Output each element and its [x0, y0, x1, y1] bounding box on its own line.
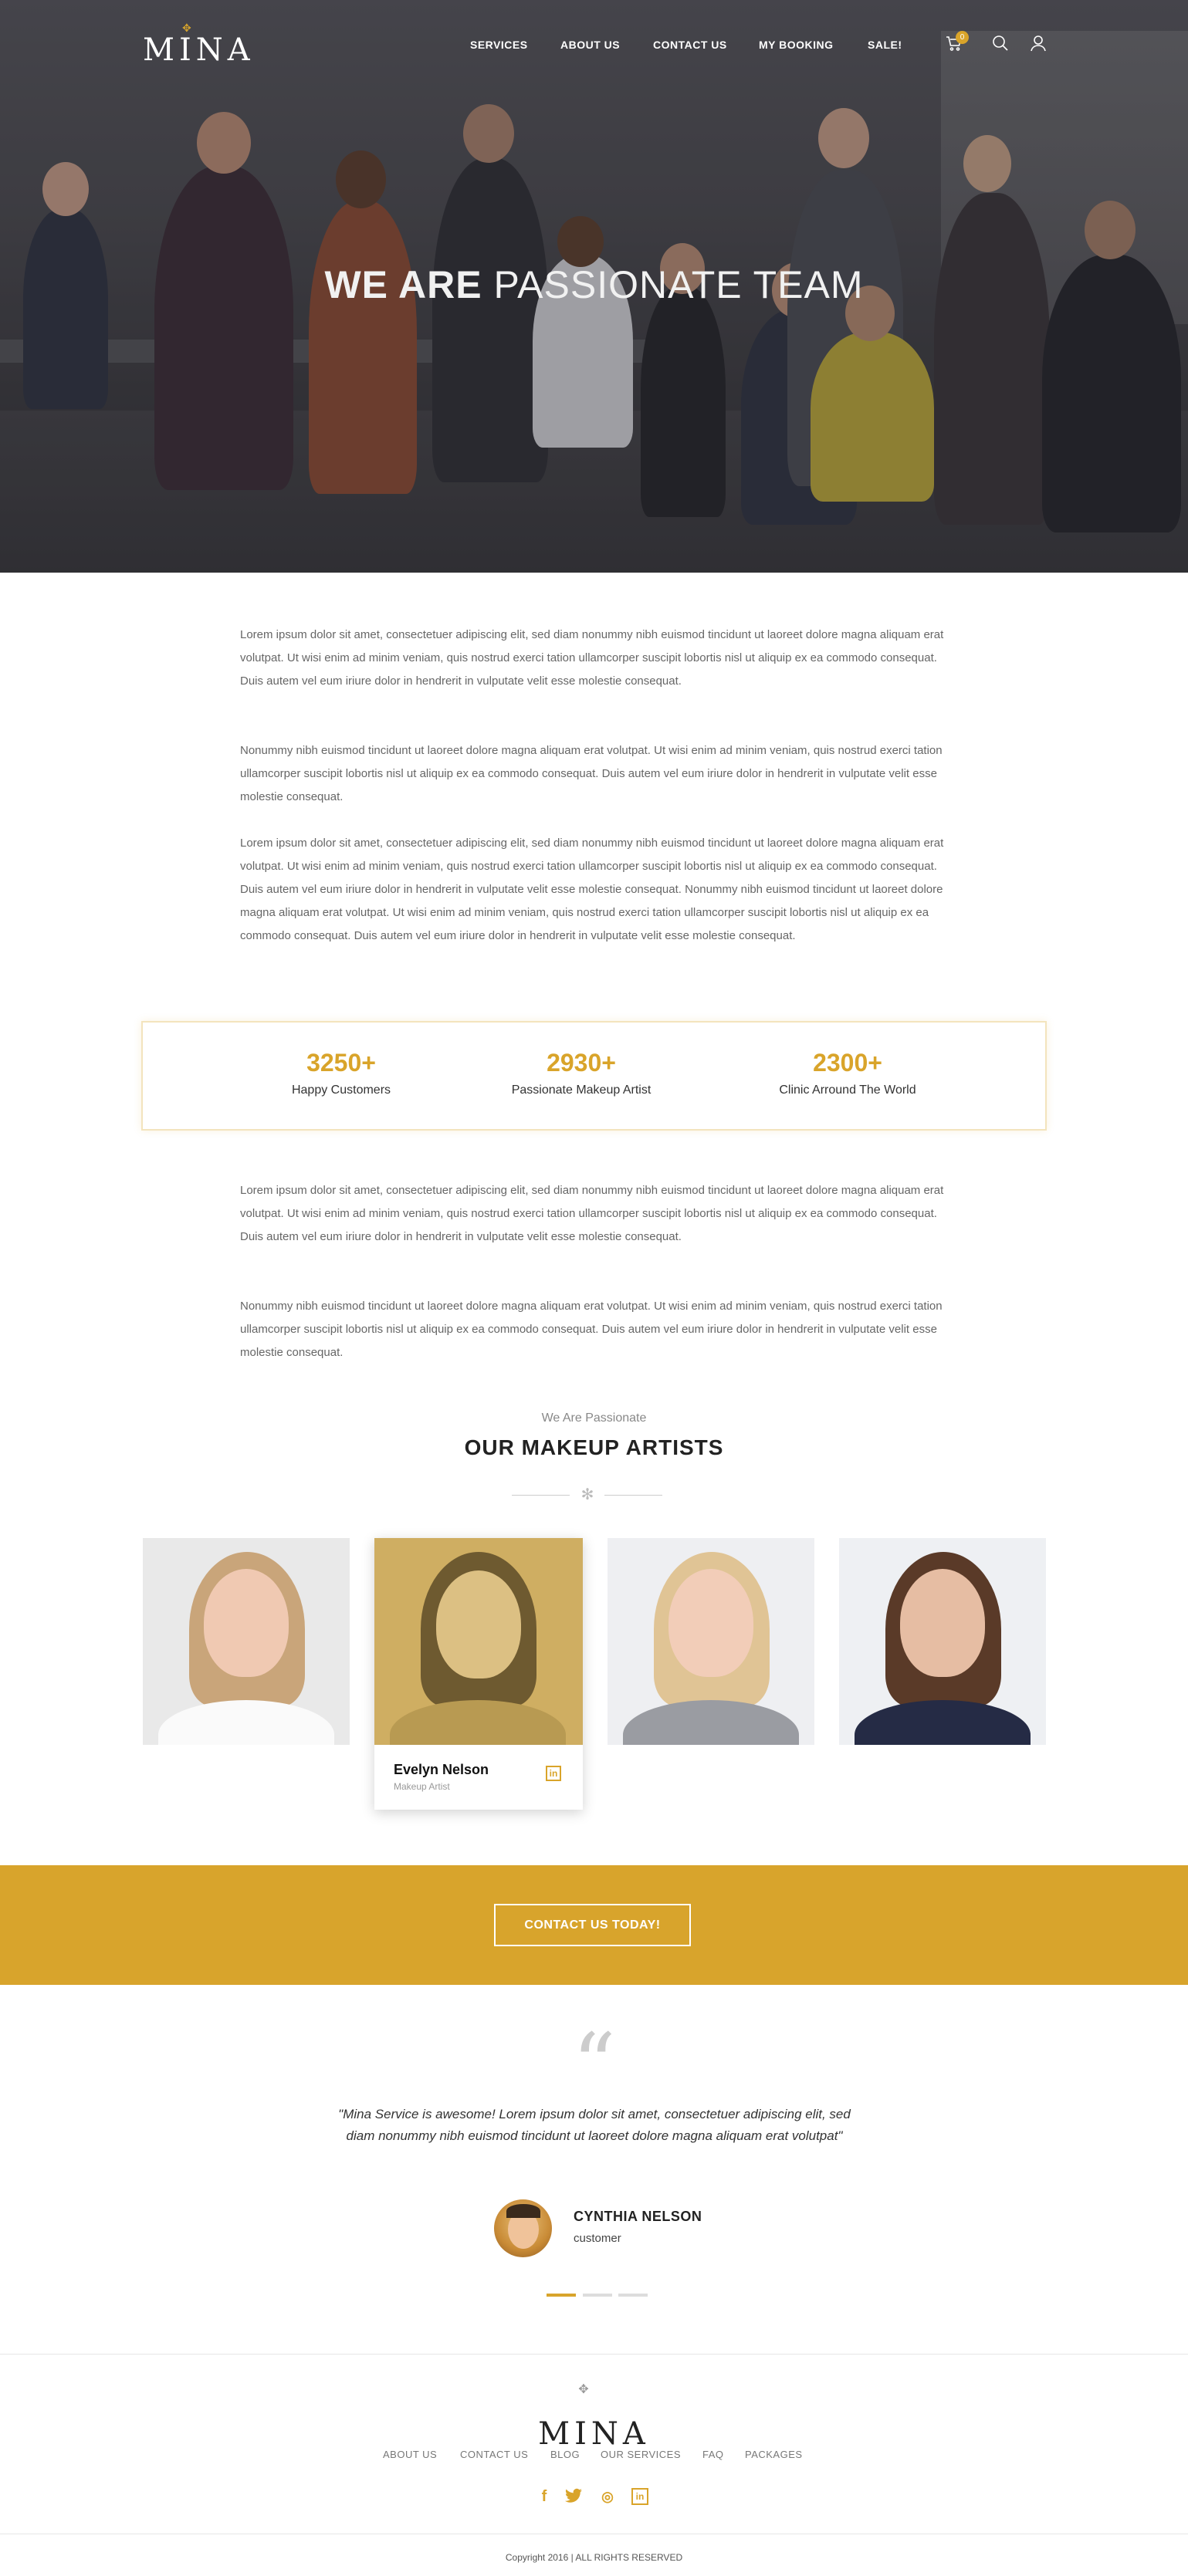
- contact-us-today-button[interactable]: CONTACT US TODAY!: [494, 1904, 691, 1946]
- stat-happy-customers: 3250+ Happy Customers: [214, 1049, 469, 1097]
- intro-paragraph: Lorem ipsum dolor sit amet, consectetuer…: [240, 628, 944, 688]
- team-title: OUR MAKEUP ARTISTS: [0, 1435, 1188, 1460]
- slider-dot[interactable]: [618, 2294, 648, 2297]
- cart-count-badge: 0: [956, 31, 969, 44]
- stat-label: Clinic Arround The World: [779, 1083, 916, 1097]
- footer-link-contact-us[interactable]: CONTACT US: [460, 2449, 528, 2460]
- intro-paragraph: Nonummy nibh euismod tincidunt ut laoree…: [240, 744, 943, 803]
- artist-photo: [374, 1538, 583, 1745]
- search-icon[interactable]: [991, 34, 1010, 52]
- footer-logo-ornament-icon: ✥: [578, 2383, 589, 2396]
- nav-about-us[interactable]: ABOUT US: [560, 39, 620, 51]
- artist-face: [900, 1569, 985, 1677]
- body-paragraph: Lorem ipsum dolor sit amet, consectetuer…: [240, 1184, 944, 1243]
- hero-title-light: PASSIONATE TEAM: [493, 263, 864, 306]
- artist-card[interactable]: [608, 1538, 814, 1745]
- twitter-icon[interactable]: [565, 2488, 582, 2505]
- logo-ornament-icon: ✥: [182, 22, 191, 34]
- user-icon[interactable]: [1029, 34, 1048, 52]
- linkedin-icon[interactable]: in: [631, 2488, 648, 2505]
- slider-dot-active[interactable]: [547, 2294, 576, 2297]
- stat-value: 2930+: [547, 1049, 616, 1077]
- quote-icon: “: [572, 2015, 616, 2114]
- divider-line: [604, 1495, 662, 1496]
- artist-shoulders: [855, 1700, 1031, 1745]
- nav-services[interactable]: SERVICES: [470, 39, 528, 51]
- footer-link-faq[interactable]: FAQ: [702, 2449, 724, 2460]
- artist-name: Evelyn Nelson: [394, 1762, 489, 1777]
- team-title-bold: OUR MAKEUP: [464, 1435, 620, 1459]
- footer-link-our-services[interactable]: OUR SERVICES: [601, 2449, 681, 2460]
- instagram-icon[interactable]: ◎: [599, 2488, 616, 2505]
- stat-clinics: 2300+ Clinic Arround The World: [720, 1049, 975, 1097]
- footer-link-blog[interactable]: BLOG: [550, 2449, 580, 2460]
- avatar-hair: [506, 2204, 540, 2218]
- intro-paragraph: Lorem ipsum dolor sit amet, consectetuer…: [240, 837, 944, 942]
- stat-makeup-artists: 2930+ Passionate Makeup Artist: [454, 1049, 709, 1097]
- artist-shoulders: [158, 1700, 334, 1745]
- footer-link-packages[interactable]: PACKAGES: [745, 2449, 803, 2460]
- nav-my-booking[interactable]: MY BOOKING: [759, 39, 834, 51]
- artist-card[interactable]: [839, 1538, 1046, 1745]
- linkedin-icon[interactable]: in: [546, 1766, 561, 1781]
- artist-face: [668, 1569, 753, 1677]
- stat-label: Happy Customers: [291, 1083, 391, 1097]
- copyright-text: Copyright 2016 | ALL RIGHTS RESERVED: [505, 2552, 683, 2563]
- customer-role: customer: [574, 2232, 621, 2245]
- team-title-light: ARTISTS: [625, 1435, 724, 1459]
- customer-avatar: [494, 2199, 552, 2257]
- facebook-icon[interactable]: f: [536, 2488, 553, 2505]
- nav-sale[interactable]: SALE!: [868, 39, 902, 51]
- stat-value: 3250+: [306, 1049, 376, 1077]
- stat-label: Passionate Makeup Artist: [511, 1083, 652, 1097]
- cta-banner: CONTACT US TODAY!: [0, 1865, 1188, 1985]
- divider-line: [512, 1495, 570, 1496]
- team-subtitle: We Are Passionate: [541, 1411, 647, 1425]
- artist-shoulders: [623, 1700, 799, 1745]
- ornament-icon: ✻: [580, 1486, 594, 1503]
- footer: ✥ MINA ABOUT US CONTACT US BLOG OUR SERV…: [0, 2354, 1188, 2576]
- artist-role: Makeup Artist: [394, 1781, 450, 1792]
- slider-dot[interactable]: [583, 2294, 612, 2297]
- artist-shoulders: [390, 1700, 566, 1745]
- stat-value: 2300+: [813, 1049, 882, 1077]
- hero-title: WE ARE PASSIONATE TEAM: [0, 262, 1188, 307]
- body-paragraph: Nonummy nibh euismod tincidunt ut laoree…: [240, 1300, 943, 1359]
- site-logo[interactable]: MINA: [143, 32, 255, 68]
- footer-logo[interactable]: MINA: [0, 2416, 1188, 2452]
- hero-title-bold: WE ARE: [324, 263, 482, 306]
- nav-contact-us[interactable]: CONTACT US: [653, 39, 727, 51]
- top-navigation: MINA ✥ SERVICES ABOUT US CONTACT US MY B…: [0, 0, 1188, 89]
- stats-box: 3250+ Happy Customers 2930+ Passionate M…: [141, 1021, 1047, 1131]
- testimonial-quote: "Mina Service is awesome! Lorem ipsum do…: [338, 2107, 851, 2143]
- customer-name: CYNTHIA NELSON: [574, 2209, 702, 2224]
- artist-face: [436, 1570, 521, 1678]
- artist-card-featured[interactable]: Evelyn Nelson Makeup Artist in: [374, 1538, 583, 1810]
- artist-card[interactable]: [143, 1538, 350, 1745]
- artist-face: [204, 1569, 289, 1677]
- footer-link-about-us[interactable]: ABOUT US: [383, 2449, 437, 2460]
